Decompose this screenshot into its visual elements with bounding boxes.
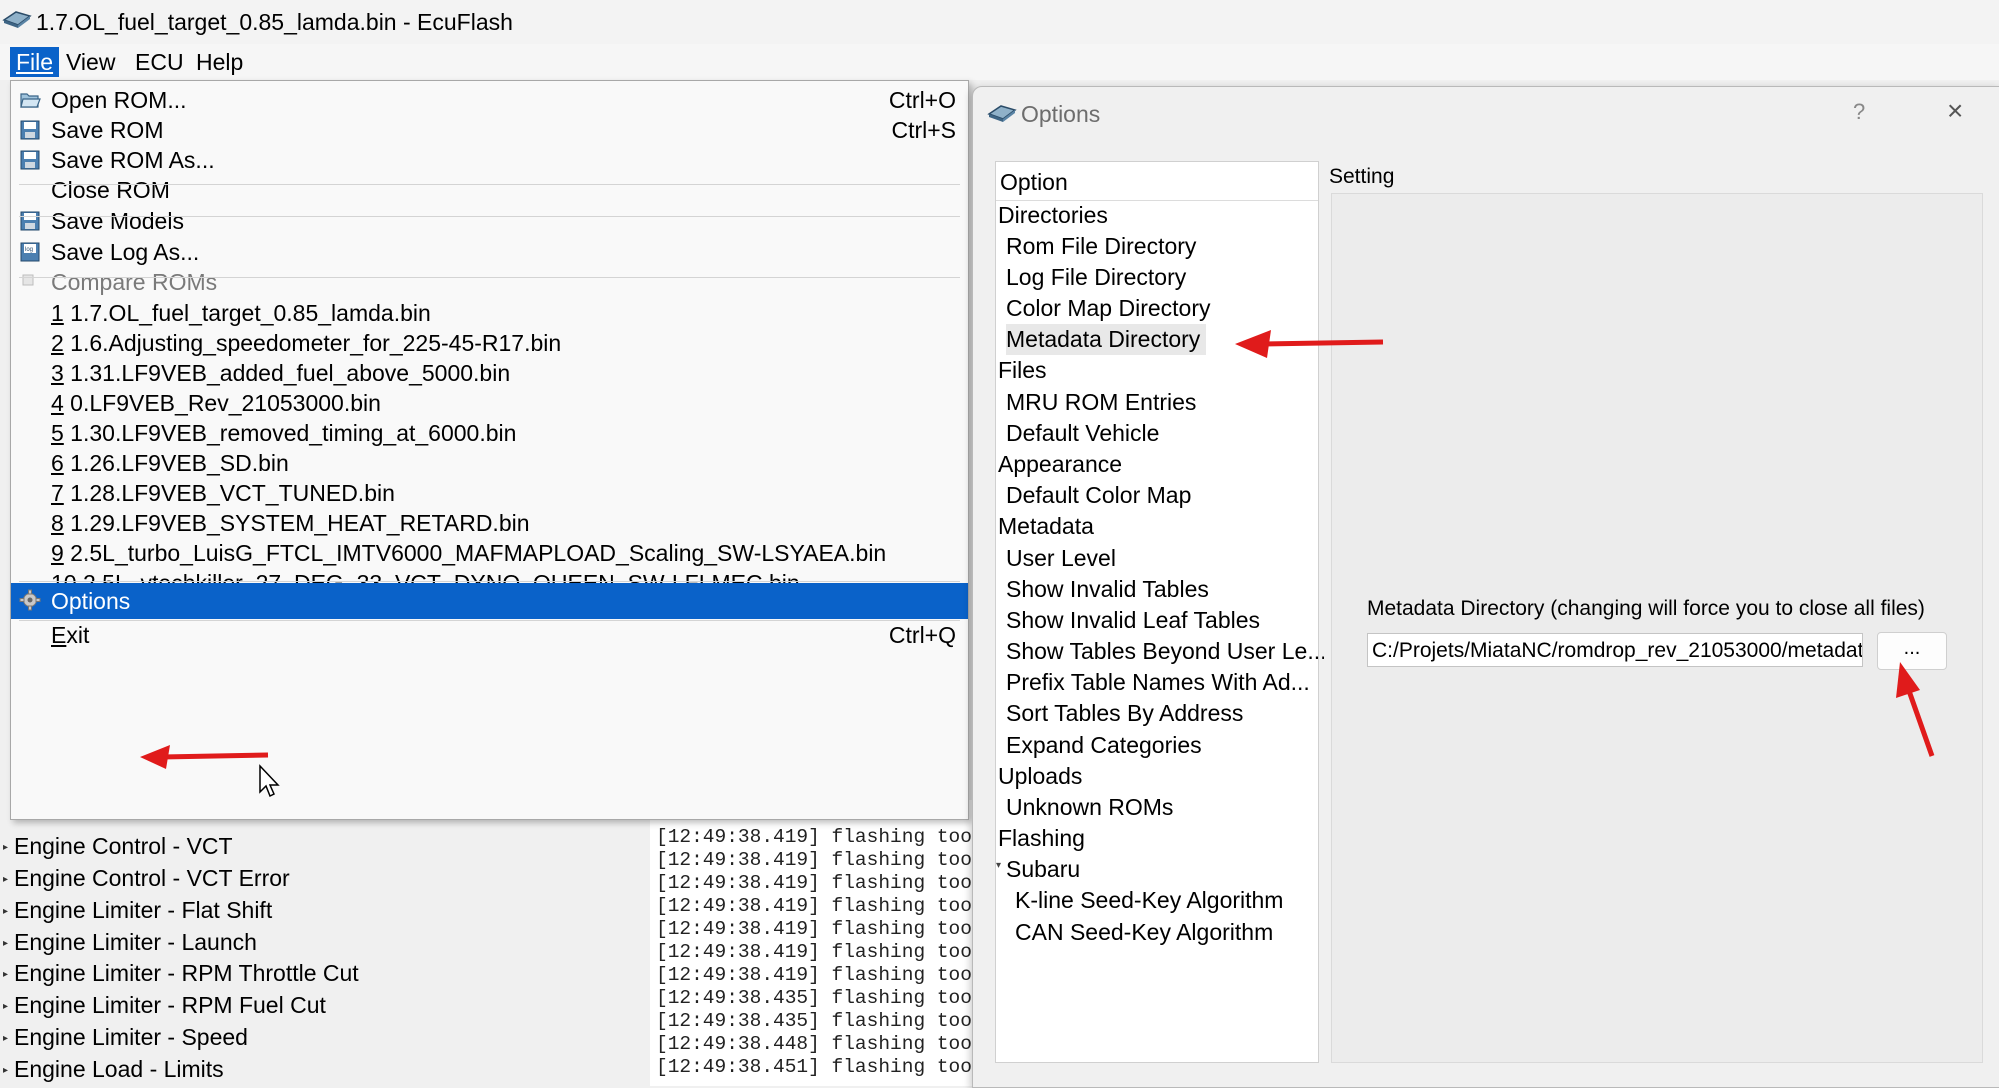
tree-item[interactable]: Engine Load - Limits: [14, 1054, 224, 1084]
shortcut-label: Ctrl+Q: [888, 622, 956, 648]
option-item[interactable]: Sort Tables By Address: [1006, 698, 1324, 729]
option-item[interactable]: Unknown ROMs: [1006, 792, 1324, 823]
mouse-cursor-icon: [259, 764, 280, 798]
close-button[interactable]: ×: [1947, 95, 1963, 127]
menu-file[interactable]: File: [10, 47, 60, 77]
metadata-directory-label: Metadata Directory (changing will force …: [1367, 597, 1925, 620]
expand-arrow-icon[interactable]: ▸: [3, 1033, 8, 1044]
options-dialog: Options ? × Option Directories Rom File …: [972, 86, 1999, 1088]
expand-arrow-icon[interactable]: ▸: [3, 906, 8, 917]
option-category[interactable]: Directories: [998, 200, 1316, 231]
menu-separator: [19, 581, 960, 582]
log-line: [12:49:38.419] flashing too: [656, 918, 972, 940]
log-panel: [12:49:38.419] flashing too [12:49:38.41…: [650, 800, 980, 1086]
menu-item-label: Save Models: [51, 208, 184, 234]
menu-item-label: Exit: [51, 622, 90, 648]
setting-header: Setting: [1329, 165, 1395, 188]
option-item[interactable]: K-line Seed-Key Algorithm: [1015, 885, 1333, 916]
log-line: [12:49:38.419] flashing too: [656, 964, 972, 986]
svg-text:log: log: [25, 247, 33, 253]
menu-view[interactable]: View: [60, 47, 121, 77]
expand-arrow-icon[interactable]: ▸: [3, 874, 8, 885]
floppy-disk-icon: [20, 211, 40, 231]
menu-bar: File View ECU Help: [0, 44, 1999, 80]
tree-item[interactable]: Engine Limiter - Speed: [14, 1022, 248, 1052]
log-line: [12:49:38.435] flashing too: [656, 987, 972, 1009]
option-item[interactable]: Show Tables Beyond User Le...: [1006, 636, 1324, 667]
table-tree-panel: Engine Control - VCT Engine Control - VC…: [0, 800, 618, 1086]
option-item[interactable]: Color Map Directory: [1006, 293, 1324, 324]
log-line: [12:49:38.419] flashing too: [656, 872, 972, 894]
option-item[interactable]: Show Invalid Leaf Tables: [1006, 605, 1324, 636]
option-item[interactable]: Show Invalid Tables: [1006, 574, 1324, 605]
menu-separator: [19, 277, 960, 278]
tree-item[interactable]: Engine Limiter - Launch: [14, 927, 257, 957]
log-line: [12:49:38.419] flashing too: [656, 941, 972, 963]
log-line: [12:49:38.419] flashing too: [656, 895, 972, 917]
option-column-header[interactable]: Option: [996, 162, 1318, 201]
option-item[interactable]: MRU ROM Entries: [1006, 387, 1324, 418]
option-item[interactable]: Expand Categories: [1006, 730, 1324, 761]
log-line: [12:49:38.451] flashing too: [656, 1056, 972, 1078]
menu-separator: [19, 216, 960, 217]
option-item[interactable]: Default Color Map: [1006, 480, 1324, 511]
option-category[interactable]: Flashing: [998, 823, 1316, 854]
expand-arrow-icon[interactable]: ▸: [3, 1065, 8, 1076]
ecu-chip-icon: [2, 11, 32, 28]
save-log-icon: log: [20, 242, 40, 262]
tree-item[interactable]: Engine Limiter - Flat Shift: [14, 895, 272, 925]
menu-item-label: Compare ROMs: [51, 269, 218, 295]
title-bar: 1.7.OL_fuel_target_0.85_lamda.bin - EcuF…: [0, 0, 1999, 44]
gear-icon: [19, 589, 41, 611]
log-line: [12:49:38.435] flashing too: [656, 1010, 972, 1032]
option-category[interactable]: Subaru: [1006, 854, 1324, 885]
expand-arrow-icon[interactable]: ▸: [3, 969, 8, 980]
menu-item-exit[interactable]: Exit Ctrl+Q: [11, 616, 968, 654]
open-folder-icon: [20, 93, 41, 108]
expand-arrow-icon[interactable]: ▸: [3, 938, 8, 949]
option-item[interactable]: User Level: [1006, 543, 1324, 574]
option-category[interactable]: Metadata: [998, 511, 1316, 542]
log-line: [12:49:38.419] flashing too: [656, 849, 972, 871]
tree-item[interactable]: Engine Control - VCT Error: [14, 863, 290, 893]
help-button[interactable]: ?: [1853, 99, 1865, 125]
tree-item[interactable]: Engine Limiter - RPM Fuel Cut: [14, 990, 326, 1020]
tree-item[interactable]: Engine Control - VCT: [14, 831, 233, 861]
log-line: [12:49:38.448] flashing too: [656, 1033, 972, 1055]
option-category[interactable]: Uploads: [998, 761, 1316, 792]
file-menu: Open ROM... Ctrl+O Save ROM Ctrl+S Save …: [10, 80, 969, 820]
dialog-title: Options: [1021, 101, 1101, 127]
expand-arrow-icon[interactable]: ▸: [3, 1001, 8, 1012]
annotation-arrow-icon: [140, 745, 269, 769]
option-item[interactable]: Default Vehicle: [1006, 418, 1324, 449]
menu-item-label: Options: [51, 588, 131, 614]
checkbox-icon: [22, 274, 34, 286]
option-tree: Option Directories Rom File Directory Lo…: [995, 161, 1324, 1063]
option-item-selected[interactable]: Metadata Directory: [1006, 324, 1206, 355]
floppy-disk-icon: [20, 150, 40, 170]
menu-help[interactable]: Help: [190, 47, 249, 77]
metadata-directory-input[interactable]: C:/Projets/MiataNC/romdrop_rev_21053000/…: [1367, 633, 1863, 667]
expand-arrow-icon[interactable]: ▸: [3, 842, 8, 853]
annotation-arrow-icon: [1896, 662, 1935, 757]
tree-item[interactable]: Engine Limiter - RPM Throttle Cut: [14, 958, 359, 988]
annotation-arrow-icon: [1235, 330, 1384, 358]
menu-ecu[interactable]: ECU: [129, 47, 190, 77]
option-item[interactable]: Rom File Directory: [1006, 231, 1324, 262]
window-title: 1.7.OL_fuel_target_0.85_lamda.bin - EcuF…: [36, 9, 513, 35]
menu-separator: [19, 184, 960, 185]
option-item[interactable]: Log File Directory: [1006, 262, 1324, 293]
option-item[interactable]: CAN Seed-Key Algorithm: [1015, 917, 1333, 948]
option-item[interactable]: Prefix Table Names With Ad...: [1006, 667, 1324, 698]
column-header-label: Option: [1000, 169, 1068, 195]
menu-item-options[interactable]: Options: [11, 583, 968, 619]
ecu-chip-icon: [987, 105, 1017, 122]
menu-item-label: Close ROM: [51, 177, 170, 203]
log-line: [12:49:38.419] flashing too: [656, 826, 972, 848]
option-category[interactable]: Appearance: [998, 449, 1316, 480]
setting-pane: [1331, 193, 1983, 1063]
collapse-arrow-icon[interactable]: ▾: [996, 860, 1001, 871]
floppy-disk-icon: [20, 120, 40, 140]
